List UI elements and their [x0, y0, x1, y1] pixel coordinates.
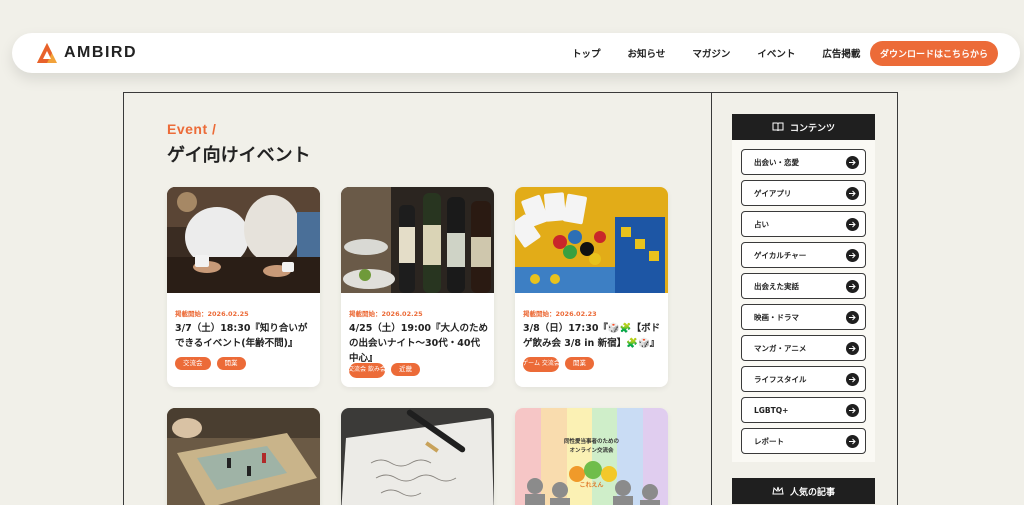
sidebar-item-gay-culture[interactable]: ゲイカルチャー — [741, 242, 866, 268]
arrow-right-icon — [846, 248, 859, 262]
event-date: 掲載開始：2026.02.25 — [175, 310, 249, 318]
overlay-caption: オンライン交流会 — [569, 448, 614, 454]
main-nav: トップ お知らせ マガジン イベント 広告掲載 — [572, 46, 887, 60]
event-card-image — [167, 187, 320, 293]
download-button[interactable]: ダウンロードはこちらから — [870, 41, 998, 66]
arrow-right-icon — [846, 186, 859, 200]
site-header: AMBIRD トップ お知らせ マガジン イベント 広告掲載 ダウンロードはこち… — [12, 33, 1020, 73]
nav-event[interactable]: イベント — [757, 46, 795, 60]
arrow-right-icon — [846, 372, 859, 386]
sidebar-item-true-stories[interactable]: 出会えた実話 — [741, 273, 866, 299]
arrow-right-icon — [846, 217, 859, 231]
sidebar-item-label: LGBTQ+ — [754, 405, 789, 415]
event-card[interactable]: 同性愛当事者のための オンライン交流会 これえん — [515, 408, 668, 505]
sidebar-heading: コンテンツ — [732, 114, 875, 140]
sidebar-item-love[interactable]: 出会い・恋愛 — [741, 149, 866, 175]
event-date: 掲載開始：2026.02.23 — [523, 310, 597, 318]
sidebar-item-report[interactable]: レポート — [741, 428, 866, 454]
brand-name: AMBIRD — [64, 44, 137, 61]
sidebar-item-manga-anime[interactable]: マンガ・アニメ — [741, 335, 866, 361]
overlay-logo: これえん — [579, 482, 604, 489]
ambird-logo-icon — [37, 43, 57, 63]
event-title[interactable]: 3/7（土）18:30『知り合いができるイベント(年齢不問)』 — [175, 321, 315, 351]
event-tag[interactable]: 開業 — [565, 357, 594, 370]
sidebar-item-label: 出会えた実話 — [754, 281, 799, 291]
event-tag[interactable]: ゲーム 交流会 — [522, 357, 560, 372]
nav-news[interactable]: お知らせ — [628, 46, 666, 60]
arrow-right-icon — [846, 434, 859, 448]
nav-top[interactable]: トップ — [572, 46, 601, 60]
popular-articles-heading: 人気の記事 — [732, 478, 875, 504]
arrow-right-icon — [846, 403, 859, 417]
sidebar-item-label: ゲイアプリ — [754, 188, 792, 198]
sidebar-item-label: 占い — [754, 219, 769, 229]
sidebar-item-lifestyle[interactable]: ライフスタイル — [741, 366, 866, 392]
sidebar-item-lgbtq[interactable]: LGBTQ+ — [741, 397, 866, 423]
event-title[interactable]: 3/8（日）17:30『🎲🧩【ボドゲ飲み会 3/8 in 新宿】🧩🎲』 — [523, 321, 663, 351]
event-title[interactable]: 4/25（土）19:00『大人のための出会いナイト〜30代・40代中心』 — [349, 321, 489, 366]
sidebar-item-label: 出会い・恋愛 — [754, 157, 799, 167]
event-card-image — [515, 187, 668, 293]
event-date: 掲載開始：2026.02.25 — [349, 310, 423, 318]
sidebar-item-label: 映画・ドラマ — [754, 312, 799, 322]
arrow-right-icon — [846, 279, 859, 293]
popular-articles-label: 人気の記事 — [789, 487, 835, 498]
event-card[interactable] — [341, 408, 494, 505]
event-tag[interactable]: 交流会 飲み会 — [348, 363, 386, 378]
brand-logo[interactable]: AMBIRD — [36, 42, 137, 64]
event-card[interactable] — [167, 408, 320, 505]
sidebar-item-label: ライフスタイル — [754, 374, 807, 384]
nav-magazine[interactable]: マガジン — [692, 46, 730, 60]
crown-icon — [772, 486, 784, 495]
section-eyebrow: Event / — [167, 121, 217, 137]
arrow-right-icon — [846, 310, 859, 324]
overlay-caption: 同性愛当事者のための — [563, 439, 619, 445]
event-tag[interactable]: 近畿 — [391, 363, 420, 376]
event-tag[interactable]: 開業 — [216, 357, 246, 370]
event-card-image — [341, 408, 494, 505]
sidebar-item-movies-drama[interactable]: 映画・ドラマ — [741, 304, 866, 330]
sidebar-panel: 出会い・恋愛 ゲイアプリ 占い ゲイカルチャー 出会えた実話 映画・ドラマ マン… — [732, 140, 875, 462]
event-tag[interactable]: 交流会 — [175, 357, 211, 370]
book-icon — [772, 122, 784, 132]
sidebar-item-label: ゲイカルチャー — [754, 250, 807, 260]
nav-advertise[interactable]: 広告掲載 — [822, 46, 860, 60]
event-card-image: 同性愛当事者のための オンライン交流会 これえん — [515, 408, 668, 505]
sidebar-item-label: マンガ・アニメ — [754, 343, 807, 353]
sidebar-item-gay-app[interactable]: ゲイアプリ — [741, 180, 866, 206]
sidebar-item-fortune[interactable]: 占い — [741, 211, 866, 237]
event-card-image — [341, 187, 494, 293]
event-card[interactable]: 掲載開始：2026.02.23 3/8（日）17:30『🎲🧩【ボドゲ飲み会 3/… — [515, 187, 668, 387]
event-card[interactable]: 掲載開始：2026.02.25 4/25（土）19:00『大人のための出会いナイ… — [341, 187, 494, 387]
arrow-right-icon — [846, 341, 859, 355]
event-card-image — [167, 408, 320, 505]
page-title: ゲイ向けイベント — [167, 145, 311, 166]
sidebar-item-label: レポート — [754, 436, 784, 446]
arrow-right-icon — [846, 155, 859, 169]
event-card[interactable]: 掲載開始：2026.02.25 3/7（土）18:30『知り合いができるイベント… — [167, 187, 320, 387]
sidebar-heading-label: コンテンツ — [789, 123, 835, 134]
